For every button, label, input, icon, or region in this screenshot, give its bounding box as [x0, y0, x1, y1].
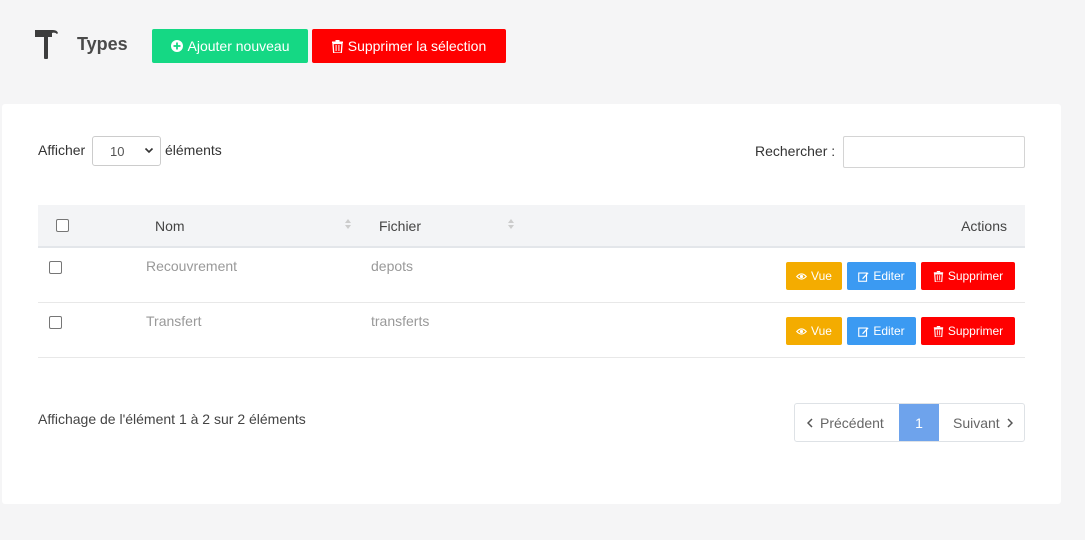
edit-icon: [858, 271, 869, 282]
table-row: Transfert transferts Vue Editer Supprime…: [38, 303, 1025, 358]
sort-icon[interactable]: [344, 218, 352, 230]
edit-button[interactable]: Editer: [847, 262, 916, 290]
next-label: Suivant: [953, 414, 1000, 431]
delete-button[interactable]: Supprimer: [921, 317, 1015, 345]
column-header-fichier[interactable]: Fichier: [379, 218, 421, 234]
trash-icon: [933, 270, 943, 282]
search-input[interactable]: [843, 136, 1025, 168]
table-info: Affichage de l'élément 1 à 2 sur 2 éléme…: [38, 411, 306, 427]
column-header-nom[interactable]: Nom: [155, 218, 185, 234]
edit-label: Editer: [873, 324, 905, 338]
chevron-down-icon: [144, 147, 154, 154]
page-button-current[interactable]: 1: [899, 404, 939, 441]
table-header: Nom Fichier Actions: [38, 205, 1025, 248]
cell-fichier: depots: [371, 258, 414, 274]
table-row: Recouvrement depots Vue Editer Supprimer: [38, 248, 1025, 303]
view-button[interactable]: Vue: [786, 262, 842, 290]
trash-icon: [331, 39, 343, 53]
view-label: Vue: [811, 269, 832, 283]
view-label: Vue: [811, 324, 832, 338]
row-checkbox[interactable]: [49, 316, 62, 329]
page-header: Types Ajouter nouveau Supprimer la sélec…: [0, 0, 1085, 90]
delete-label: Supprimer: [947, 324, 1004, 338]
edit-icon: [858, 326, 869, 337]
delete-button[interactable]: Supprimer: [921, 262, 1015, 290]
eye-icon: [796, 272, 808, 280]
plus-circle-icon: [170, 40, 183, 52]
select-all-checkbox[interactable]: [56, 219, 69, 232]
page-length-value: 10: [110, 143, 125, 159]
column-header-actions: Actions: [961, 218, 1007, 234]
length-label-before: Afficher: [38, 142, 86, 158]
previous-label: Précédent: [820, 414, 884, 431]
page-title: Types: [77, 34, 128, 54]
eye-icon: [796, 327, 808, 335]
next-page-button[interactable]: Suivant: [953, 404, 1013, 441]
delete-label: Supprimer: [947, 269, 1004, 283]
pagination: Précédent 1 Suivant: [794, 403, 1025, 442]
previous-page-button[interactable]: Précédent: [807, 404, 884, 441]
add-new-label: Ajouter nouveau: [187, 38, 290, 54]
search-label: Rechercher :: [755, 143, 836, 159]
delete-selection-button[interactable]: Supprimer la sélection: [312, 29, 506, 63]
trash-icon: [933, 325, 943, 337]
cell-fichier: transferts: [371, 313, 430, 329]
length-label-after: éléments: [165, 142, 222, 158]
types-card: Afficher 10 éléments Rechercher : Nom Fi…: [2, 104, 1061, 504]
row-checkbox[interactable]: [49, 261, 62, 274]
hammer-icon: [35, 30, 58, 59]
cell-nom: Recouvrement: [146, 258, 238, 274]
edit-button[interactable]: Editer: [847, 317, 916, 345]
cell-nom: Transfert: [146, 313, 202, 329]
chevron-right-icon: [1007, 417, 1013, 428]
add-new-button[interactable]: Ajouter nouveau: [152, 29, 308, 63]
sort-icon[interactable]: [507, 218, 515, 230]
edit-label: Editer: [873, 269, 905, 283]
view-button[interactable]: Vue: [786, 317, 842, 345]
chevron-left-icon: [807, 417, 813, 428]
page-length-select[interactable]: 10: [92, 136, 161, 166]
delete-selection-label: Supprimer la sélection: [347, 38, 487, 54]
